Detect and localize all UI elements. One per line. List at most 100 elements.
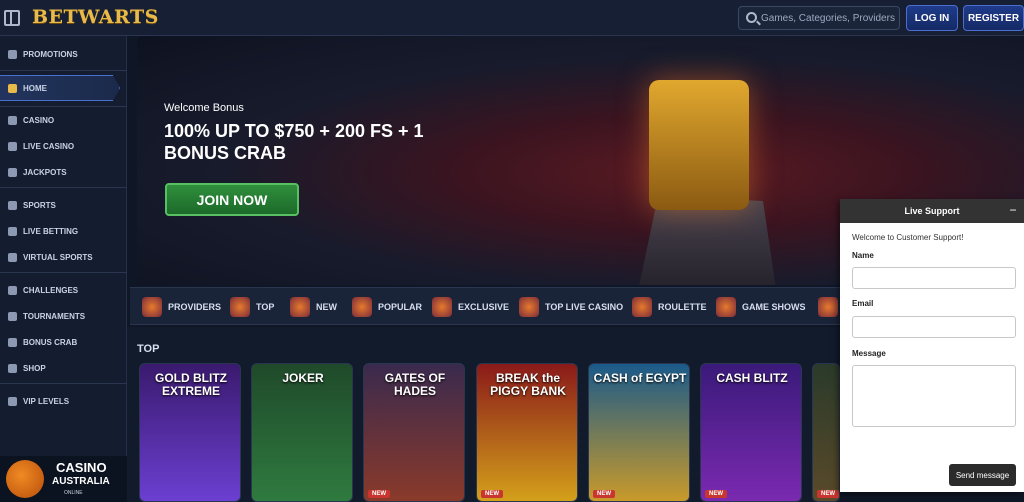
category-top[interactable]: TOP xyxy=(230,296,274,318)
live-betting-icon xyxy=(8,226,17,236)
sidebar-divider xyxy=(0,187,127,188)
home-icon xyxy=(8,83,17,93)
game-card[interactable]: GATES OF HADES NEW xyxy=(363,363,465,502)
section-title: TOP xyxy=(137,343,160,355)
name-field[interactable] xyxy=(852,267,1016,289)
game-card[interactable]: CASH BLITZ NEW xyxy=(700,363,802,502)
sidebar-item-promotions[interactable]: PROMOTIONS xyxy=(0,44,127,64)
email-label: Email xyxy=(852,299,874,308)
category-new[interactable]: NEW xyxy=(290,296,337,318)
category-label: ROULETTE xyxy=(658,302,707,312)
hero-headline: 100% UP TO $750 + 200 FS + 1 BONUS CRAB xyxy=(164,121,424,163)
top-live-casino-icon xyxy=(519,297,539,317)
search-input[interactable] xyxy=(761,9,897,27)
category-exclusive[interactable]: EXCLUSIVE xyxy=(432,296,509,318)
new-badge: NEW xyxy=(368,490,390,498)
live-support-title: Live Support xyxy=(904,206,960,216)
sidebar-item-label: LIVE CASINO xyxy=(23,141,75,151)
sidebar-item-sports[interactable]: SPORTS xyxy=(0,195,127,215)
sidebar-item-label: SHOP xyxy=(23,363,46,373)
sidebar-item-virtual-sports[interactable]: VIRTUAL SPORTS xyxy=(0,247,127,267)
hero-welcome-text: Welcome Bonus xyxy=(164,102,244,114)
top-bar: BETWARTS LOG IN REGISTER xyxy=(0,0,1024,36)
sidebar-item-label: VIRTUAL SPORTS xyxy=(23,252,93,262)
sidebar-item-tournaments[interactable]: TOURNAMENTS xyxy=(0,306,127,326)
send-message-button[interactable]: Send message xyxy=(949,464,1016,486)
game-card[interactable]: CASH of EGYPT NEW xyxy=(588,363,690,502)
category-game-shows[interactable]: GAME SHOWS xyxy=(716,296,806,318)
register-button[interactable]: REGISTER xyxy=(963,5,1024,31)
sidebar-toggle-icon[interactable] xyxy=(4,10,20,26)
sidebar-item-vip-levels[interactable]: VIP LEVELS xyxy=(0,391,127,411)
sidebar-item-live-betting[interactable]: LIVE BETTING xyxy=(0,221,127,241)
game-card-title: GOLD BLITZ EXTREME xyxy=(155,371,227,398)
login-button[interactable]: LOG IN xyxy=(906,5,958,31)
sidebar-item-label: CHALLENGES xyxy=(23,285,79,295)
game-card[interactable]: GOLD BLITZ EXTREME xyxy=(139,363,241,502)
exclusive-icon xyxy=(432,297,452,317)
more-category-icon xyxy=(818,297,838,317)
sidebar-item-home[interactable]: HOME xyxy=(0,75,120,101)
sidebar-item-live-casino[interactable]: LIVE CASINO xyxy=(0,136,127,156)
name-label: Name xyxy=(852,251,874,260)
jackpot-icon xyxy=(8,167,17,177)
vip-icon xyxy=(8,396,17,406)
sidebar-item-label: SPORTS xyxy=(23,200,56,210)
game-card-title: CASH BLITZ xyxy=(716,371,788,385)
sidebar-item-label: BONUS CRAB xyxy=(23,337,78,347)
game-card[interactable]: JOKER xyxy=(251,363,353,502)
game-card[interactable]: BREAK the PIGGY BANK NEW xyxy=(476,363,578,502)
sidebar-item-label: LIVE BETTING xyxy=(23,226,79,236)
message-field[interactable] xyxy=(852,365,1016,427)
sidebar-item-label: CASINO xyxy=(23,115,55,125)
category-popular[interactable]: POPULAR xyxy=(352,296,422,318)
sidebar-item-label: HOME xyxy=(23,83,47,93)
sidebar: PROMOTIONS HOME CASINO LIVE CASINO JACKP… xyxy=(0,36,127,502)
game-card-title: BREAK the PIGGY BANK xyxy=(490,371,566,398)
email-field[interactable] xyxy=(852,316,1016,338)
category-label: PROVIDERS xyxy=(168,302,222,312)
sidebar-item-casino[interactable]: CASINO xyxy=(0,110,127,130)
sidebar-divider xyxy=(0,106,127,107)
support-welcome-text: Welcome to Customer Support! xyxy=(852,233,964,242)
category-top-live-casino[interactable]: TOP LIVE CASINO xyxy=(519,296,623,318)
providers-icon xyxy=(142,297,162,317)
casino-australia-badge[interactable]: CASINO AUSTRALIA ONLINE xyxy=(0,456,127,502)
category-label: EXCLUSIVE xyxy=(458,302,510,312)
category-roulette[interactable]: ROULETTE xyxy=(632,296,707,318)
new-badge: NEW xyxy=(593,490,615,498)
sidebar-item-bonus-crab[interactable]: BONUS CRAB xyxy=(0,332,127,352)
trophy-icon xyxy=(8,311,17,321)
shop-icon xyxy=(8,363,17,373)
games-section: TOP GOLD BLITZ EXTREME JOKER GATES OF HADE… xyxy=(127,327,840,502)
virtual-sports-icon xyxy=(8,252,17,262)
game-shows-icon xyxy=(716,297,736,317)
site-logo[interactable]: BETWARTS xyxy=(32,6,159,28)
game-card-title: CASH of EGYPT xyxy=(593,371,687,385)
casino-icon xyxy=(8,115,17,125)
new-badge: NEW xyxy=(705,490,727,498)
game-card-title: GATES OF HADES xyxy=(384,371,446,398)
category-label: POPULAR xyxy=(378,302,423,312)
category-label: TOP LIVE CASINO xyxy=(545,302,624,312)
challenges-icon xyxy=(8,285,17,295)
badge-line-1: CASINO xyxy=(56,460,107,475)
gift-icon xyxy=(8,49,17,59)
live-support-header[interactable]: Live Support − xyxy=(840,199,1024,223)
category-providers[interactable]: PROVIDERS xyxy=(142,296,221,318)
sidebar-item-jackpots[interactable]: JACKPOTS xyxy=(0,162,127,182)
sidebar-item-challenges[interactable]: CHALLENGES xyxy=(0,280,127,300)
live-support-widget: Live Support − Welcome to Customer Suppo… xyxy=(840,199,1024,492)
sidebar-item-shop[interactable]: SHOP xyxy=(0,358,127,378)
message-label: Message xyxy=(852,349,886,358)
sports-icon xyxy=(8,200,17,210)
game-card[interactable]: NEW xyxy=(812,363,840,502)
sidebar-divider xyxy=(0,70,127,71)
minimize-icon[interactable]: − xyxy=(1006,202,1020,218)
join-now-button[interactable]: JOIN NOW xyxy=(165,183,299,216)
search-icon xyxy=(746,12,757,23)
category-bar: PROVIDERS TOP NEW POPULAR EXCLUSIVE TOP … xyxy=(130,287,840,325)
search-box[interactable] xyxy=(738,6,900,30)
popular-icon xyxy=(352,297,372,317)
live-casino-icon xyxy=(8,141,17,151)
